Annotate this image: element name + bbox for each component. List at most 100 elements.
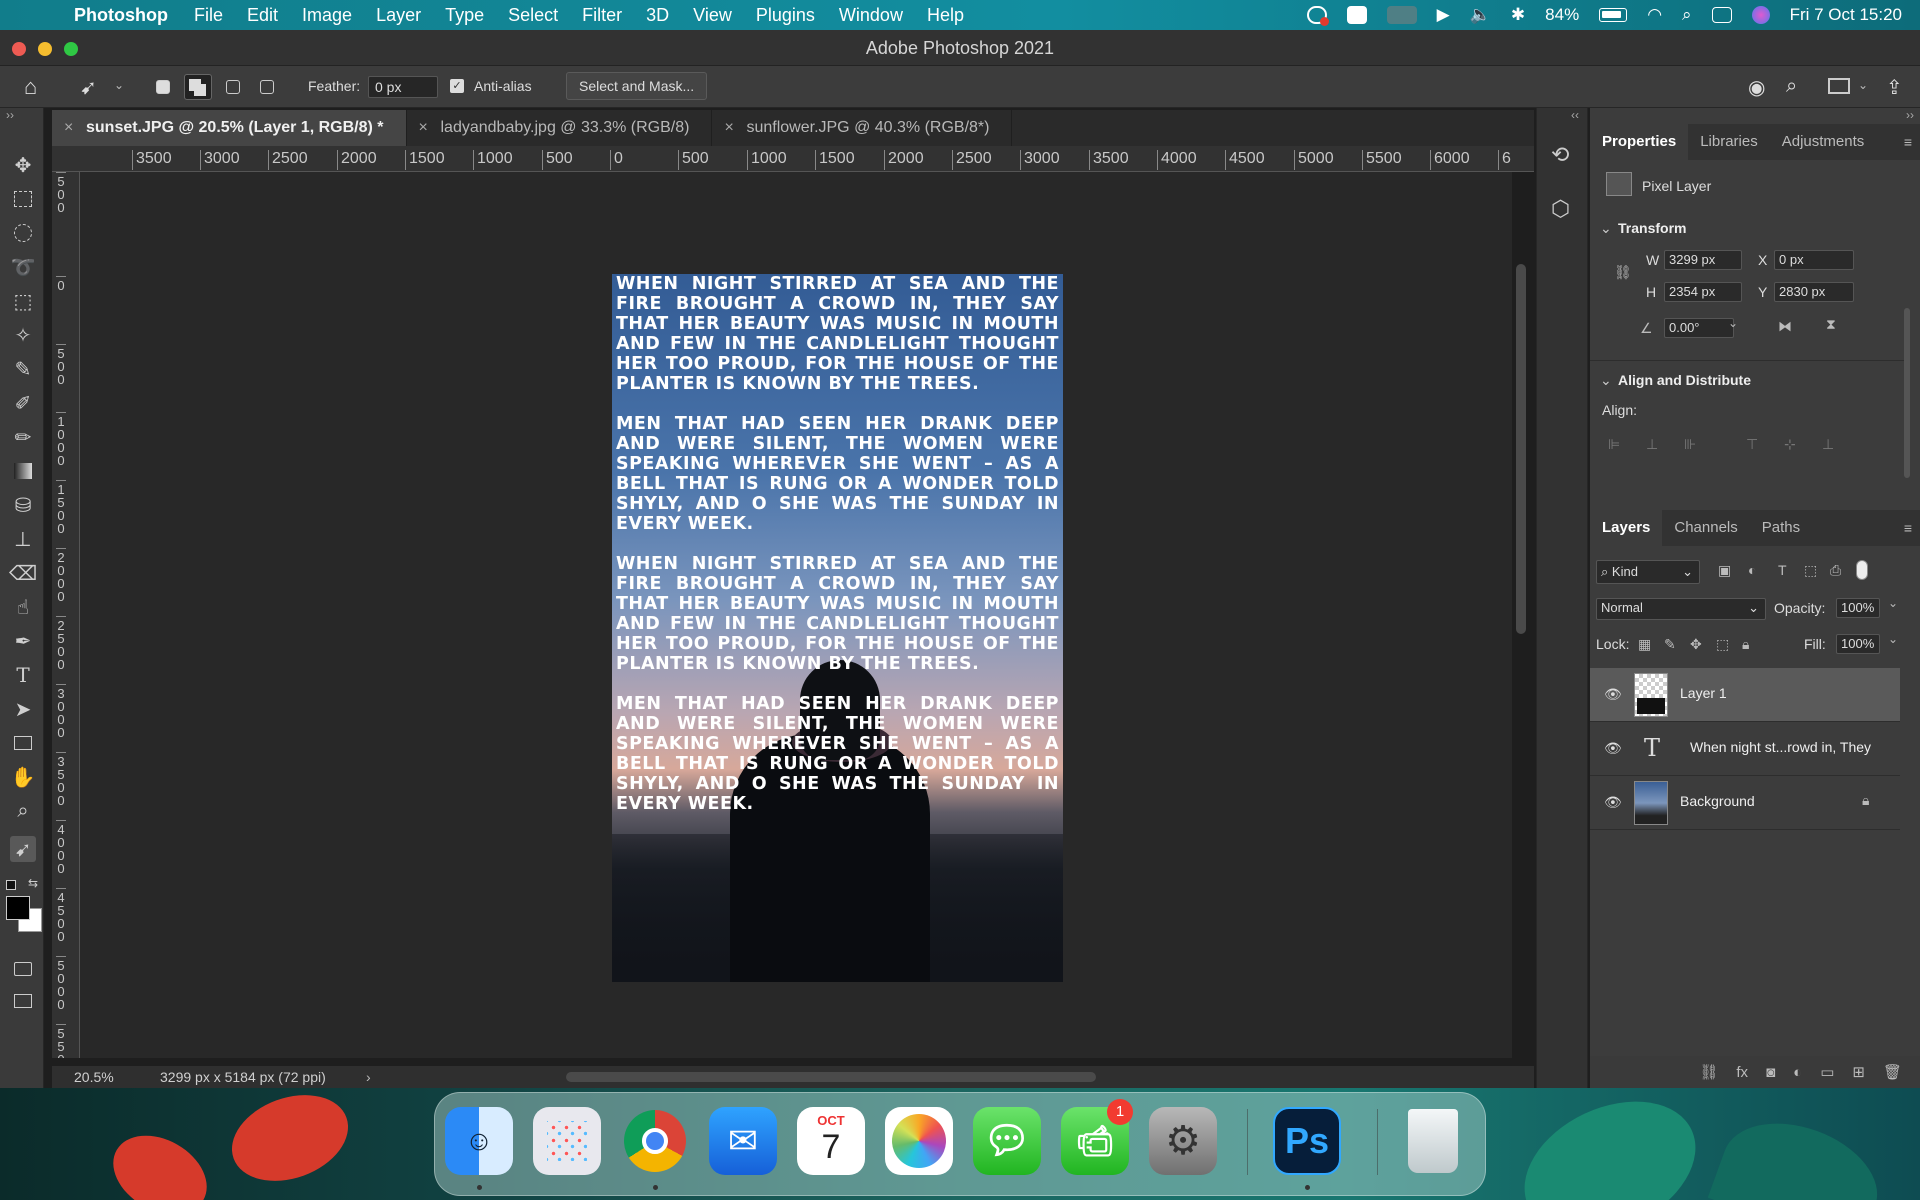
lock-icon[interactable]: 🔒︎ — [1862, 792, 1869, 809]
menu-filter[interactable]: Filter — [582, 5, 622, 26]
close-window-button[interactable] — [12, 42, 26, 56]
menu-edit[interactable]: Edit — [247, 5, 278, 26]
tab-paths[interactable]: Paths — [1750, 510, 1812, 546]
lock-image-icon[interactable]: ✎ — [1664, 636, 1676, 653]
chevron-down-icon[interactable]: ⌄ — [1728, 316, 1738, 330]
lasso-edit-tool-icon[interactable]: ➹ — [10, 836, 36, 862]
add-mask-icon[interactable]: ◙ — [1766, 1064, 1775, 1081]
filter-kind-select[interactable]: ⌕ Kind ⌄ — [1596, 560, 1700, 584]
foreground-color-swatch[interactable] — [6, 896, 30, 920]
flip-vertical-icon[interactable]: ⧗ — [1826, 316, 1836, 333]
magic-wand-tool-icon[interactable]: ✧ — [10, 322, 36, 348]
transform-title[interactable]: Transform — [1618, 220, 1686, 236]
text-layer-content[interactable]: When night stirred at sea and the fire b… — [616, 274, 1059, 814]
siri-icon[interactable] — [1751, 6, 1770, 24]
notification-app-icon[interactable] — [1346, 6, 1367, 24]
zoom-tool-icon[interactable]: ⌕ — [10, 798, 36, 824]
new-layer-icon[interactable]: ⊞ — [1852, 1063, 1865, 1081]
share-user-icon[interactable]: ◉ — [1748, 75, 1765, 100]
history-icon[interactable]: ⟲ — [1551, 142, 1569, 168]
expand-panels-icon[interactable]: ›› — [1906, 108, 1914, 122]
chevron-down-icon[interactable]: ⌄ — [114, 78, 124, 92]
layer-style-fx-icon[interactable]: fx — [1736, 1064, 1748, 1081]
screen-mode-icon[interactable] — [10, 988, 36, 1014]
zoom-window-button[interactable] — [64, 42, 78, 56]
filter-toggle-icon[interactable] — [1856, 560, 1868, 580]
align-distribute-title[interactable]: Align and Distribute — [1618, 372, 1751, 388]
chrome-icon[interactable] — [621, 1107, 689, 1175]
align-top-icon[interactable]: ⊤ — [1746, 436, 1758, 453]
volume-icon[interactable]: 🔈 — [1470, 5, 1491, 25]
layer-name[interactable]: Background — [1680, 793, 1755, 809]
wifi-icon[interactable]: ◠ — [1647, 5, 1662, 25]
chevron-down-icon[interactable]: ⌄ — [1888, 632, 1898, 646]
chevron-down-icon[interactable]: ⌄ — [1600, 220, 1612, 237]
angle-input[interactable]: 0.00° — [1664, 318, 1734, 338]
feather-input[interactable]: 0 px — [368, 76, 438, 98]
rectangular-marquee-tool-icon[interactable] — [10, 186, 36, 212]
gradient-tool-icon[interactable] — [10, 458, 36, 484]
chevron-down-icon[interactable]: ⌄ — [1888, 596, 1898, 610]
panel-menu-icon[interactable]: ≡ — [1904, 510, 1912, 546]
visibility-eye-icon[interactable]: 👁︎ — [1604, 794, 1622, 810]
battery-icon[interactable] — [1599, 8, 1628, 22]
blend-mode-select[interactable]: Normal ⌄ — [1596, 598, 1766, 620]
launchpad-icon[interactable] — [533, 1107, 601, 1175]
finder-icon[interactable]: ☺ — [445, 1107, 513, 1175]
collapse-toolbar-icon[interactable]: ›› — [6, 108, 14, 122]
filter-adjustment-icon[interactable]: ◐ — [1748, 562, 1756, 578]
flip-horizontal-icon[interactable]: ⧓ — [1778, 318, 1792, 335]
pen-tool-icon[interactable]: ✒ — [10, 628, 36, 654]
close-tab-icon[interactable]: × — [724, 110, 733, 146]
lock-transparent-icon[interactable]: ▦ — [1638, 636, 1651, 653]
collapse-panels-icon[interactable]: ‹‹ — [1571, 108, 1579, 122]
calendar-icon[interactable]: OCT 7 — [797, 1107, 865, 1175]
control-center-icon[interactable] — [1711, 7, 1732, 23]
menu-app-name[interactable]: Photoshop — [74, 5, 168, 26]
3d-icon[interactable]: ⬡ — [1551, 196, 1570, 222]
type-tool-icon[interactable]: T — [10, 662, 36, 688]
properties-scrollbar[interactable] — [1904, 308, 1910, 478]
object-selection-tool-icon[interactable]: ⬚ — [10, 288, 36, 314]
mail-icon[interactable]: ✉ — [709, 1107, 777, 1175]
close-tab-icon[interactable]: × — [419, 110, 428, 146]
new-selection-button[interactable] — [156, 80, 170, 94]
tab-ladyandbaby[interactable]: × ladyandbaby.jpg @ 33.3% (RGB/8) — [407, 110, 713, 146]
tab-adjustments[interactable]: Adjustments — [1770, 124, 1877, 160]
filter-type-icon[interactable]: T — [1778, 562, 1787, 578]
lock-position-icon[interactable]: ✥ — [1690, 636, 1702, 653]
close-tab-icon[interactable]: × — [64, 110, 73, 146]
trash-icon[interactable]: 🗑︎ — [1883, 1063, 1902, 1081]
search-icon[interactable]: ⌕ — [1786, 75, 1797, 98]
layer-name[interactable]: When night st...rowd in, They — [1690, 739, 1871, 755]
tab-layers[interactable]: Layers — [1590, 510, 1663, 546]
system-preferences-icon[interactable]: ⚙ — [1149, 1107, 1217, 1175]
panel-menu-icon[interactable]: ≡ — [1904, 124, 1912, 160]
photos-icon[interactable] — [885, 1107, 953, 1175]
layer-row-text[interactable]: 👁︎ T When night st...rowd in, They — [1590, 722, 1900, 776]
default-colors-icon[interactable] — [6, 880, 16, 890]
chevron-down-icon[interactable]: ⌄ — [1858, 78, 1868, 92]
lasso-tool-preset-icon[interactable]: ➹ — [80, 75, 97, 100]
fill-input[interactable]: 100% — [1836, 634, 1880, 654]
adjustment-layer-icon[interactable]: ◐ — [1793, 1064, 1802, 1081]
spotlight-search-icon[interactable]: ⌕ — [1682, 5, 1692, 25]
filter-shape-icon[interactable]: ⬚ — [1804, 562, 1817, 579]
select-and-mask-button[interactable]: Select and Mask... — [566, 72, 708, 100]
brush-tool-icon[interactable]: ✏ — [10, 424, 36, 450]
play-icon[interactable]: ▶ — [1437, 5, 1450, 25]
align-right-icon[interactable]: ⊪ — [1684, 436, 1696, 453]
align-bottom-icon[interactable]: ⊥ — [1822, 436, 1834, 453]
layer-row-layer1[interactable]: 👁︎ Layer 1 — [1590, 668, 1900, 722]
swap-colors-icon[interactable]: ⇆ — [28, 876, 38, 890]
canvas-area[interactable]: When night stirred at sea and the fire b… — [80, 172, 1512, 1058]
quick-mask-icon[interactable] — [10, 956, 36, 982]
eraser-tool-icon[interactable]: ⌫ — [9, 560, 37, 586]
paint-bucket-tool-icon[interactable]: ⛁ — [10, 492, 36, 518]
layer-name[interactable]: Layer 1 — [1680, 685, 1727, 701]
screen-record-icon[interactable] — [1386, 6, 1417, 24]
layer-row-background[interactable]: 👁︎ Background 🔒︎ — [1590, 776, 1900, 830]
tab-libraries[interactable]: Libraries — [1688, 124, 1770, 160]
menu-layer[interactable]: Layer — [376, 5, 421, 26]
align-left-icon[interactable]: ⊫ — [1608, 436, 1620, 453]
